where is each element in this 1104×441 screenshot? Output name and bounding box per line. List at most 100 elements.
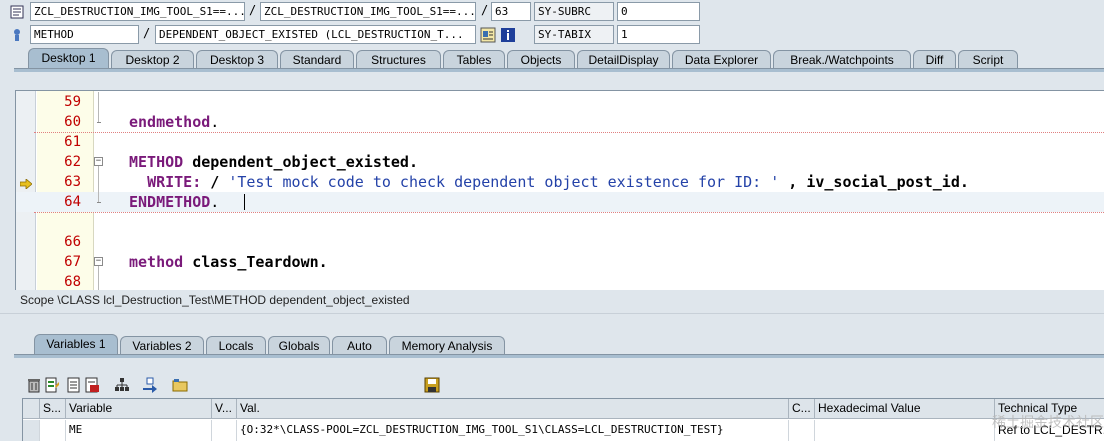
- tab-detaildisplay[interactable]: DetailDisplay: [577, 50, 670, 69]
- sysfield-name-2[interactable]: SY-TABIX: [534, 25, 614, 44]
- line-number: 62: [64, 154, 81, 170]
- collapse-icon[interactable]: −: [94, 157, 103, 166]
- column-header-value[interactable]: Val.: [237, 399, 789, 419]
- folder-icon[interactable]: [172, 377, 188, 393]
- variables-toolbar: [24, 377, 204, 395]
- line-number: 59: [64, 94, 81, 110]
- tab-desktop-1[interactable]: Desktop 1: [28, 48, 109, 69]
- header-row-program: ZCL_DESTRUCTION_IMG_TOOL_S1==... / ZCL_D…: [0, 1, 1104, 23]
- variables-tabstrip: Variables 1 Variables 2 Locals Globals A…: [0, 333, 1104, 355]
- fold-guide: [98, 272, 99, 290]
- tab-variables-2[interactable]: Variables 2: [120, 336, 204, 355]
- separator: /: [249, 3, 257, 17]
- sysfield-name-1[interactable]: SY-SUBRC: [534, 2, 614, 21]
- tab-tables[interactable]: Tables: [443, 50, 505, 69]
- tab-globals[interactable]: Globals: [268, 336, 330, 355]
- table-cell-hex[interactable]: [815, 420, 995, 441]
- sysfield-value-2[interactable]: 1: [617, 25, 700, 44]
- fold-guide: [98, 112, 99, 122]
- table-cell-value[interactable]: {O:32*\CLASS-POOL=ZCL_DESTRUCTION_IMG_TO…: [237, 420, 789, 441]
- doc-save-icon[interactable]: [84, 377, 100, 393]
- tabstrip-underline: [14, 354, 1104, 358]
- fold-guide: [98, 92, 99, 112]
- method-icon: [9, 27, 25, 43]
- program-field[interactable]: ZCL_DESTRUCTION_IMG_TOOL_S1==...: [30, 2, 245, 21]
- separator: /: [481, 3, 489, 17]
- tab-structures[interactable]: Structures: [356, 50, 441, 69]
- breakpoint-arrow-icon: [19, 178, 33, 190]
- event-type-field[interactable]: METHOD: [30, 25, 139, 44]
- tab-diff[interactable]: Diff: [913, 50, 956, 69]
- tab-script[interactable]: Script: [958, 50, 1018, 69]
- tabstrip-underline: [14, 68, 1104, 72]
- row-selector-header[interactable]: [23, 399, 40, 419]
- event-field[interactable]: DEPENDENT_OBJECT_EXISTED (LCL_DESTRUCTIO…: [155, 25, 476, 44]
- code-line: 68: [64, 272, 1104, 290]
- table-cell-status[interactable]: [40, 420, 66, 441]
- collapse-icon[interactable]: −: [94, 257, 103, 266]
- pane-divider[interactable]: [0, 313, 1104, 314]
- tab-objects[interactable]: Objects: [507, 50, 575, 69]
- line-field[interactable]: 63: [491, 2, 531, 21]
- line-number: 67: [64, 254, 81, 270]
- save-icon[interactable]: [424, 377, 440, 393]
- tab-desktop-2[interactable]: Desktop 2: [111, 50, 194, 69]
- code-line: 61: [64, 132, 1104, 152]
- line-number: 66: [64, 234, 81, 250]
- line-number: 60: [64, 114, 81, 130]
- line-number: 64: [64, 194, 81, 210]
- sysfield-value-1[interactable]: 0: [617, 2, 700, 21]
- source-editor[interactable]: 59 60 endmethod. 61 62 − METHOD dependen…: [15, 90, 1104, 290]
- variables-table: S... Variable V... Val. C... Hexadecimal…: [22, 398, 1104, 441]
- line-number: 68: [64, 274, 81, 290]
- tab-variables-1[interactable]: Variables 1: [34, 334, 118, 355]
- line-number: 63: [64, 174, 81, 190]
- code-text: METHOD dependent_object_existed.: [129, 153, 418, 171]
- breakpoint-gutter[interactable]: [16, 91, 36, 290]
- column-header-hex[interactable]: Hexadecimal Value: [815, 399, 995, 419]
- fold-end: [97, 202, 101, 203]
- move-icon[interactable]: [142, 377, 158, 393]
- row-selector[interactable]: [23, 420, 40, 441]
- column-header-s[interactable]: S...: [40, 399, 66, 419]
- desktop-tabstrip: Desktop 1 Desktop 2 Desktop 3 Standard S…: [0, 47, 1104, 69]
- table-cell-variable[interactable]: ME: [66, 420, 212, 441]
- edit-icon[interactable]: [44, 377, 60, 393]
- code-line: 66: [64, 232, 1104, 252]
- code-line: 62 − METHOD dependent_object_existed.: [64, 152, 1104, 172]
- code-text: endmethod.: [129, 113, 220, 131]
- table-cell-c[interactable]: [789, 420, 815, 441]
- code-line-current: 63 WRITE: / 'Test mock code to check dep…: [64, 172, 1104, 192]
- tab-auto[interactable]: Auto: [332, 336, 387, 355]
- line-number: 61: [64, 134, 81, 150]
- code-line: 60 endmethod.: [64, 112, 1104, 132]
- code-line: 64 ENDMETHOD.: [64, 192, 1104, 212]
- info-icon[interactable]: [500, 27, 516, 43]
- scope-label: Scope \CLASS lcl_Destruction_Test\METHOD…: [20, 293, 410, 307]
- tab-locals[interactable]: Locals: [206, 336, 266, 355]
- fold-guide: [98, 172, 99, 192]
- column-header-c[interactable]: C...: [789, 399, 815, 419]
- watermark: 稀土掘金技术社区: [992, 414, 1104, 430]
- include-field[interactable]: ZCL_DESTRUCTION_IMG_TOOL_S1==...: [260, 2, 476, 21]
- column-header-v[interactable]: V...: [212, 399, 237, 419]
- code-line: 67 − method class_Teardown.: [64, 252, 1104, 272]
- header-row-event: METHOD / DEPENDENT_OBJECT_EXISTED (LCL_D…: [0, 24, 1104, 46]
- tab-standard[interactable]: Standard: [280, 50, 354, 69]
- column-header-variable[interactable]: Variable: [66, 399, 212, 419]
- table-cell-v[interactable]: [212, 420, 237, 441]
- code-text: WRITE: / 'Test mock code to check depend…: [147, 173, 969, 191]
- program-icon: [9, 4, 25, 20]
- tab-desktop-3[interactable]: Desktop 3: [196, 50, 278, 69]
- tab-data-explorer[interactable]: Data Explorer: [672, 50, 771, 69]
- delete-icon[interactable]: [26, 377, 42, 393]
- code-area: 59 60 endmethod. 61 62 − METHOD dependen…: [64, 91, 1104, 290]
- doc-icon[interactable]: [66, 377, 82, 393]
- code-text: method class_Teardown.: [129, 253, 328, 271]
- hierarchy-icon[interactable]: [114, 377, 130, 393]
- tab-memory-analysis[interactable]: Memory Analysis: [389, 336, 505, 355]
- tab-breakpoints[interactable]: Break./Watchpoints: [773, 50, 911, 69]
- source-icon[interactable]: [480, 27, 496, 43]
- text-cursor: [244, 194, 245, 210]
- code-text: ENDMETHOD.: [129, 193, 220, 211]
